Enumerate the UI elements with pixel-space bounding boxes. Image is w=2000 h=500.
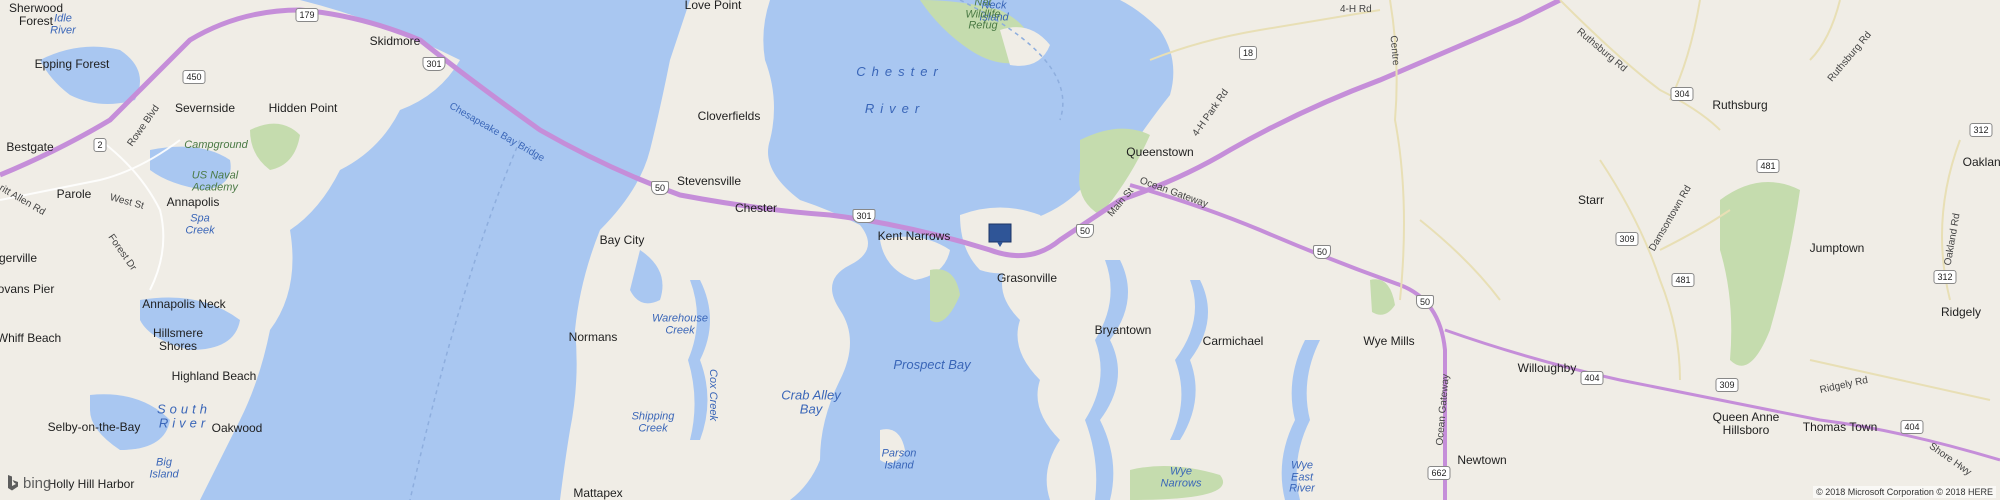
place-label: Ridgely xyxy=(1940,305,1982,319)
map-view[interactable]: Sherwood Forest Epping Forest Skidmore S… xyxy=(0,0,2000,500)
place-label: Parole xyxy=(56,187,92,201)
place-label: Grasonville xyxy=(996,271,1058,285)
place-label: Hidden Point xyxy=(268,101,338,115)
water-label: Wye Narrows xyxy=(1160,465,1202,489)
place-label: gerville xyxy=(0,251,38,265)
route-shield: 481 xyxy=(1671,273,1695,287)
route-shield: 301 xyxy=(852,209,876,223)
route-shield: 312 xyxy=(1933,270,1957,284)
route-shield: 50 xyxy=(650,181,670,195)
place-label: Bestgate xyxy=(6,140,54,154)
water-label: Crab Alley Bay xyxy=(781,387,841,416)
water-label: Idle River xyxy=(50,12,76,36)
map-base-layer xyxy=(0,0,2000,500)
place-label: ovans Pier xyxy=(0,282,55,296)
place-label: Highland Beach xyxy=(171,369,257,383)
route-shield: 404 xyxy=(1900,420,1924,434)
water-label: Cox Creek xyxy=(706,369,719,421)
bing-wordmark: bing xyxy=(23,474,52,492)
route-shield: 301 xyxy=(422,57,446,71)
place-label: Annapolis Neck xyxy=(142,297,226,311)
route-shield: 304 xyxy=(1670,87,1694,101)
place-label: Kent Narrows xyxy=(877,229,951,243)
place-label: Newtown xyxy=(1457,453,1507,467)
place-label: Ruthsburg xyxy=(1712,98,1768,112)
bing-logo[interactable]: bing xyxy=(6,474,51,492)
route-shield: 309 xyxy=(1615,232,1639,246)
place-label: Bryantown xyxy=(1094,323,1152,337)
place-label: Chester xyxy=(734,201,778,215)
route-shield: 450 xyxy=(182,70,206,84)
park-label: Nat Wildlife Refug xyxy=(965,0,1001,32)
park-label: US Naval Academy xyxy=(191,169,239,193)
place-label: Severnside xyxy=(174,101,236,115)
water-label: Prospect Bay xyxy=(893,357,971,373)
place-label: Queenstown xyxy=(1126,145,1194,159)
water-label: Wye East River xyxy=(1289,459,1315,495)
route-shield: 481 xyxy=(1756,159,1780,173)
route-shield: 309 xyxy=(1715,378,1739,392)
road-label: 4-H Rd xyxy=(1340,4,1372,15)
place-label: Carmichael xyxy=(1202,334,1264,348)
place-label: Queen Anne Hillsboro xyxy=(1712,409,1780,437)
water-label: Shipping Creek xyxy=(631,410,675,434)
water-label: Chester xyxy=(856,64,944,80)
route-shield: 50 xyxy=(1312,245,1332,259)
route-shield: 2 xyxy=(93,138,107,152)
copyright-text: © 2018 Microsoft Corporation © 2018 HERE xyxy=(1813,486,1996,498)
route-shield: 662 xyxy=(1427,466,1451,480)
route-shield: 50 xyxy=(1415,295,1435,309)
place-label: Bay City xyxy=(599,233,645,247)
place-label: Whiff Beach xyxy=(0,331,62,345)
park-label: Campground xyxy=(184,139,248,152)
route-shield: 50 xyxy=(1075,224,1095,238)
place-label: Skidmore xyxy=(369,34,421,48)
water-label: Parson Island xyxy=(881,447,917,471)
route-shield: 312 xyxy=(1969,123,1993,137)
place-label: Thomas Town xyxy=(1802,420,1878,434)
place-label: Jumptown xyxy=(1809,241,1865,255)
water-label: Big Island xyxy=(149,456,179,480)
place-label: Selby-on-the-Bay xyxy=(47,420,141,434)
place-label: Cloverfields xyxy=(697,109,761,123)
place-label: Oakwood xyxy=(211,421,263,435)
place-label: Normans xyxy=(568,330,618,344)
place-label: Epping Forest xyxy=(34,57,110,71)
route-shield: 404 xyxy=(1580,371,1604,385)
place-label: Oakland xyxy=(1962,155,2000,169)
water-label: Warehouse Creek xyxy=(651,312,709,336)
place-label: Annapolis xyxy=(166,195,220,209)
place-label: Love Point xyxy=(684,0,742,12)
route-shield: 179 xyxy=(295,8,319,22)
route-shield: 18 xyxy=(1238,46,1258,60)
place-label: Holly Hill Harbor xyxy=(47,477,135,491)
water-label: South River xyxy=(157,401,211,430)
place-label: Stevensville xyxy=(676,174,742,188)
place-label: Wye Mills xyxy=(1363,334,1415,348)
location-pin-icon[interactable] xyxy=(988,223,1012,247)
water-label: Spa Creek xyxy=(185,212,215,236)
place-label: Willoughby xyxy=(1517,361,1577,375)
place-label: Hillsmere Shores xyxy=(152,325,204,353)
place-label: Mattapex xyxy=(573,486,623,500)
place-label: Starr xyxy=(1577,193,1605,207)
bing-mark-icon xyxy=(8,475,18,491)
water-label: River xyxy=(864,101,926,117)
